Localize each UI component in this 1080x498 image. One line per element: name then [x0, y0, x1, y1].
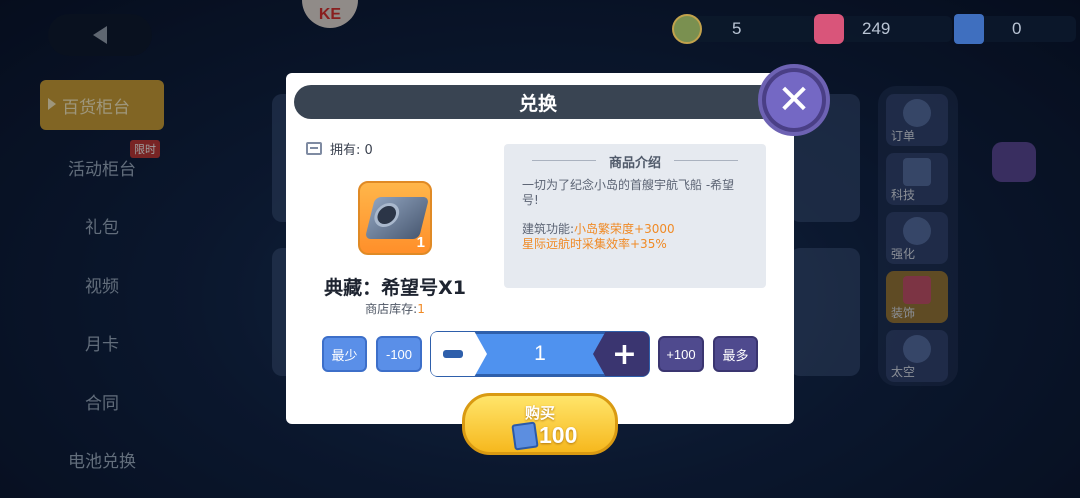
description-text: 一切为了纪念小岛的首艘宇航飞船 -希望号!: [522, 178, 735, 207]
item-name: 典藏：希望号X1: [324, 277, 466, 299]
spaceship-icon: [364, 197, 430, 239]
owned-count: 拥有: 0: [306, 139, 373, 158]
paint-roller-icon: [814, 14, 844, 44]
close-button[interactable]: ✕: [758, 64, 830, 136]
gear-medal-icon: [672, 14, 702, 44]
blue-ticket-icon: [511, 420, 539, 451]
box-icon: [306, 142, 322, 155]
building-function: 建筑功能:小岛繁荣度+3000 星际远航时采集效率+35%: [522, 222, 752, 252]
exchange-dialog: 兑换 拥有: 0 1 典藏：希望号X1 商店库存:1 商品介绍 一切为了纪念小岛…: [286, 73, 794, 424]
buy-button[interactable]: 购买 100: [462, 393, 618, 455]
item-icon-qty: 1: [416, 234, 425, 251]
item-icon: 1: [358, 181, 432, 255]
divider: [674, 160, 738, 161]
resource-value: 5: [732, 19, 742, 38]
divider: [532, 160, 596, 161]
description-title: 商品介绍: [504, 152, 766, 171]
item-description: 商品介绍 一切为了纪念小岛的首艘宇航飞船 -希望号! 建筑功能:小岛繁荣度+30…: [504, 144, 766, 288]
close-icon: ✕: [766, 72, 822, 128]
function-value-efficiency: 星际远航时采集效率+35%: [522, 237, 667, 251]
dialog-title: 兑换: [294, 85, 782, 119]
minus-100-button[interactable]: -100: [376, 336, 422, 372]
buy-price: 100: [511, 420, 578, 451]
blue-ticket-icon: [954, 14, 984, 44]
max-button[interactable]: 最多: [713, 336, 758, 372]
plus-100-button[interactable]: +100: [658, 336, 704, 372]
owned-text: 拥有: 0: [330, 143, 373, 158]
stock-value: 1: [417, 302, 425, 316]
function-value-prosperity: 小岛繁荣度+3000: [574, 222, 675, 236]
plus-icon: +: [611, 336, 637, 372]
function-label: 建筑功能:: [522, 222, 575, 236]
resource-value: 0: [1012, 19, 1022, 38]
description-title-text: 商品介绍: [608, 156, 661, 171]
buy-label: 购买: [524, 404, 555, 422]
quantity-stepper: 1 +: [430, 331, 650, 377]
minus-icon: [443, 350, 463, 358]
shop-stock: 商店库存:1: [286, 300, 504, 317]
price-value: 100: [539, 422, 578, 448]
stock-label: 商店库存:: [365, 302, 418, 316]
resource-value: 249: [862, 19, 891, 38]
min-button[interactable]: 最少: [322, 336, 367, 372]
